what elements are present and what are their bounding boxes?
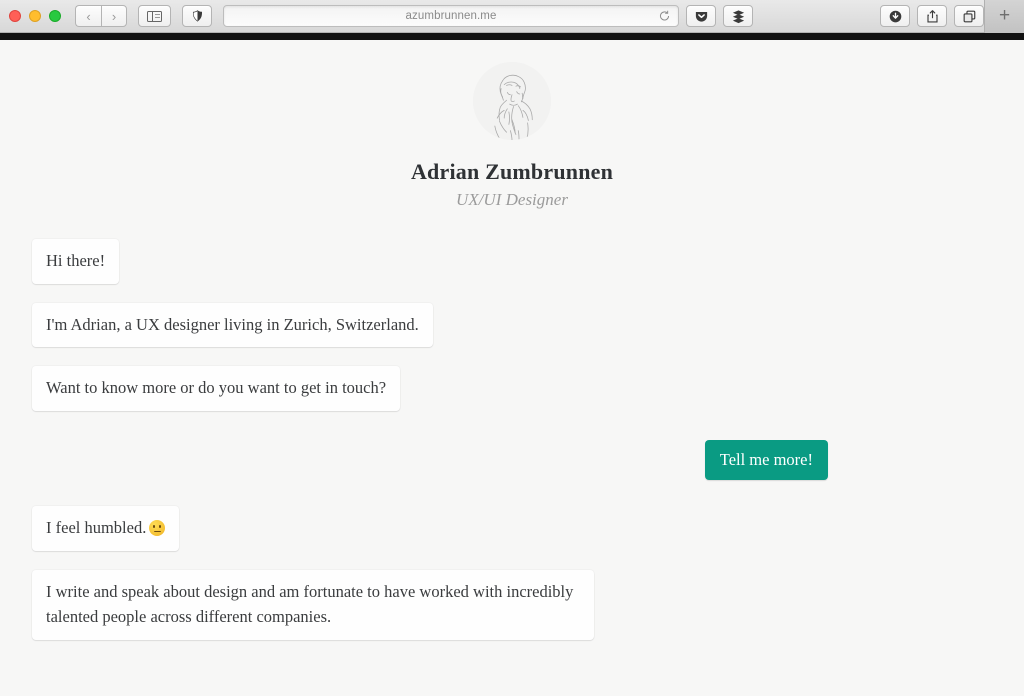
tell-me-more-button[interactable]: Tell me more! [704,439,828,481]
pocket-button[interactable] [686,5,716,27]
layers-icon [732,9,744,23]
forward-button[interactable]: › [101,5,127,27]
downloads-button[interactable] [880,5,910,27]
new-tab-button[interactable]: + [984,0,1024,33]
privacy-shield-button[interactable] [182,5,212,27]
window-controls [0,10,61,22]
neutral-face-emoji-icon [149,520,166,537]
pocket-icon [695,11,707,22]
page-viewport: Adrian Zumbrunnen UX/UI Designer Hi ther… [0,40,1024,696]
shield-icon [192,9,202,22]
plus-icon: + [998,5,1011,26]
tabs-icon [963,10,975,22]
browser-window: ‹ › azumbrunnen.me + Adrian Zumbrunnen U… [0,0,1024,696]
conversation-thread: Hi there! I'm Adrian, a UX designer livi… [0,239,1024,640]
avatar [473,62,551,140]
address-bar-area: azumbrunnen.me [182,5,679,27]
page-subtitle: UX/UI Designer [456,190,568,209]
message-row: I feel humbled. [0,506,1024,551]
show-tabs-button[interactable] [954,5,984,27]
chat-bubble: Want to know more or do you want to get … [32,366,401,411]
message-row: I write and speak about design and am fo… [0,569,1024,640]
zoom-window-button[interactable] [49,10,61,22]
downloads-icon [889,10,901,22]
page-title: Adrian Zumbrunnen [410,159,614,184]
share-icon [926,9,938,22]
chat-bubble-text: I feel humbled. [46,518,147,538]
url-text: azumbrunnen.me [405,10,497,22]
share-button[interactable] [917,5,947,27]
toggle-sidebar-button[interactable] [138,5,171,27]
browser-toolbar: ‹ › azumbrunnen.me + [0,0,1024,33]
minimize-window-button[interactable] [29,10,41,22]
address-bar[interactable]: azumbrunnen.me [223,5,679,27]
chevron-left-icon: ‹ [86,8,91,24]
message-row: I'm Adrian, a UX designer living in Zuri… [0,302,1024,348]
sidebar-icon [147,10,162,22]
chat-bubble: Hi there! [32,239,120,284]
window-separator [0,33,1024,40]
chat-bubble: I feel humbled. [32,506,180,551]
close-window-button[interactable] [9,10,21,22]
reading-list-button[interactable] [723,5,753,27]
message-row: Hi there! [0,239,1024,284]
chevron-right-icon: › [111,8,117,24]
toolbar-right-group [686,5,984,27]
navigation-buttons: ‹ › [75,5,127,27]
chat-bubble: I write and speak about design and am fo… [32,569,594,640]
page-content: Adrian Zumbrunnen UX/UI Designer Hi ther… [0,40,1024,696]
reload-icon[interactable] [658,10,671,23]
avatar-container [0,62,1024,140]
chat-bubble: I'm Adrian, a UX designer living in Zuri… [32,302,433,348]
message-row: Tell me more! [0,439,1024,481]
back-button[interactable]: ‹ [75,5,101,27]
message-row: Want to know more or do you want to get … [0,366,1024,411]
